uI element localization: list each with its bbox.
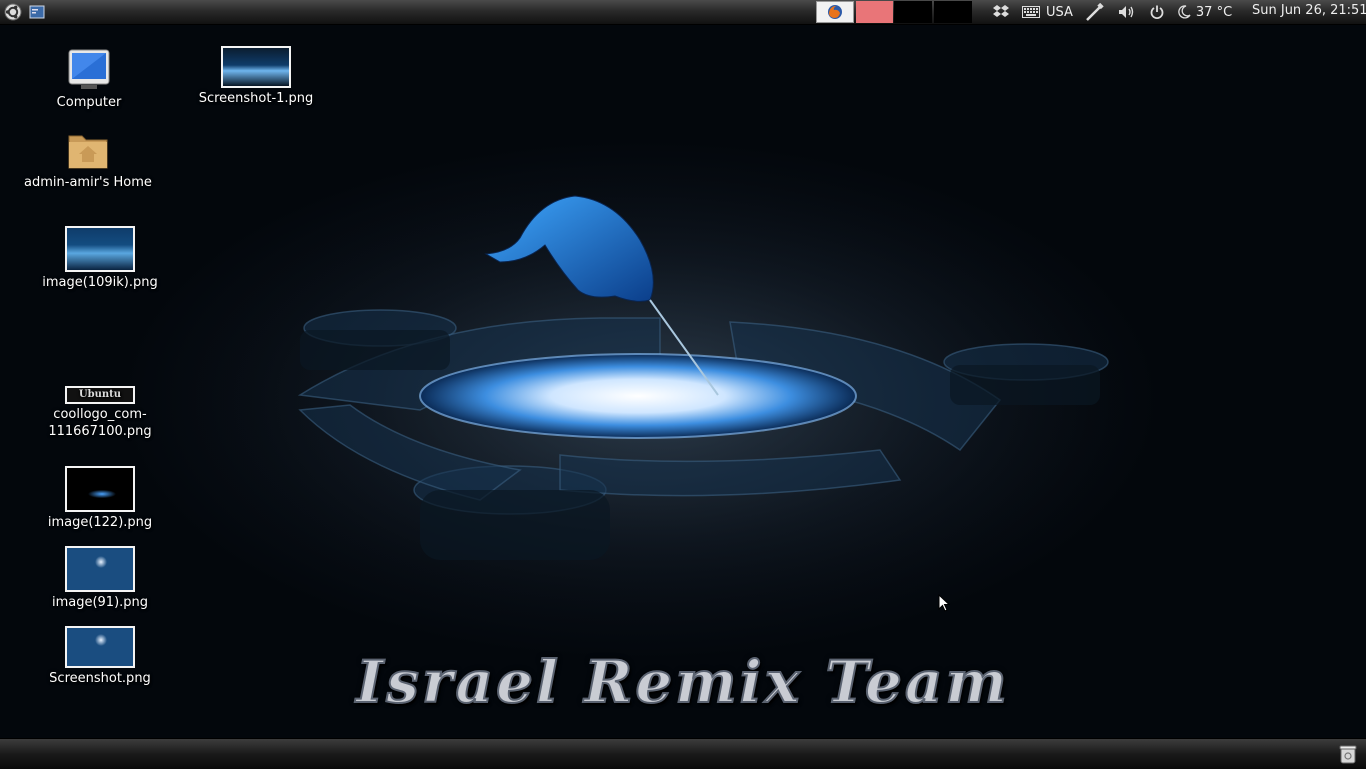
keyboard-layout-label: USA — [1046, 4, 1073, 20]
desktop-icon-screenshot[interactable]: Screenshot.png — [30, 626, 170, 687]
desktop-icon-screenshot-1[interactable]: Screenshot-1.png — [186, 46, 326, 107]
show-desktop-icon[interactable] — [27, 2, 47, 22]
desktop-icon-home[interactable]: admin-amir's Home — [18, 128, 158, 191]
moon-icon — [1178, 5, 1191, 19]
image-thumbnail — [65, 466, 135, 512]
wallpaper-brand-text: Israel Remix Team — [355, 647, 1010, 717]
weather-indicator[interactable]: 37 °C — [1171, 0, 1232, 24]
ubuntu-logo-icon[interactable] — [2, 2, 24, 22]
clock[interactable]: Sun Jun 26, 21:51 — [1252, 3, 1366, 18]
desktop-icon-image-109ik[interactable]: image(109ik).png — [30, 226, 170, 291]
taskbar-firefox-button[interactable] — [816, 1, 854, 23]
dropbox-icon[interactable] — [986, 0, 1016, 24]
network-icon[interactable] — [1079, 0, 1111, 24]
desktop-icon-label: Computer — [56, 95, 122, 110]
image-thumbnail — [221, 46, 291, 88]
image-thumbnail: Ubuntu 11.10 — [65, 386, 135, 404]
system-tray: USA 37 °C — [986, 0, 1232, 24]
bottom-panel — [0, 738, 1366, 769]
desktop-wallpaper: Israel Remix Team — [0, 0, 1366, 768]
temperature-label: 37 °C — [1195, 4, 1233, 20]
keyboard-icon — [1022, 6, 1040, 18]
firefox-icon — [828, 5, 842, 19]
keyboard-layout-indicator[interactable]: USA — [1016, 0, 1079, 24]
desktop-icon-computer[interactable]: Computer — [40, 48, 138, 111]
image-thumbnail — [65, 546, 135, 592]
computer-icon — [68, 49, 110, 89]
desktop-icon-coollogo[interactable]: Ubuntu 11.10 coollogo_com- 111667100.png — [30, 386, 170, 440]
desktop-icon-label: Screenshot.png — [49, 671, 151, 686]
image-thumbnail — [65, 226, 135, 272]
desktop-icon-image-122[interactable]: image(122).png — [30, 466, 170, 531]
desktop-icon-label: image(122).png — [47, 515, 153, 530]
desktop-icon-label: image(91).png — [51, 595, 149, 610]
desktop-icon-image-91[interactable]: image(91).png — [30, 546, 170, 611]
desktop-icon-label: admin-amir's Home — [24, 175, 152, 190]
taskbar-button-1[interactable] — [894, 1, 932, 23]
power-icon[interactable] — [1143, 0, 1171, 24]
desktop-icon-label: image(109ik).png — [42, 275, 158, 290]
taskbar-button-red[interactable] — [856, 1, 893, 23]
home-folder-icon — [68, 135, 108, 169]
mouse-cursor-icon — [938, 594, 951, 612]
taskbar-button-2[interactable] — [934, 1, 972, 23]
desktop-icon-label: Screenshot-1.png — [198, 91, 314, 106]
image-thumbnail — [65, 626, 135, 668]
volume-icon[interactable] — [1111, 0, 1143, 24]
top-panel: USA 37 °C Sun Jun 26, 21:51 — [0, 0, 1366, 25]
trash-icon[interactable] — [1338, 744, 1358, 764]
desktop-icon-label: coollogo_com- 111667100.png — [48, 407, 152, 439]
